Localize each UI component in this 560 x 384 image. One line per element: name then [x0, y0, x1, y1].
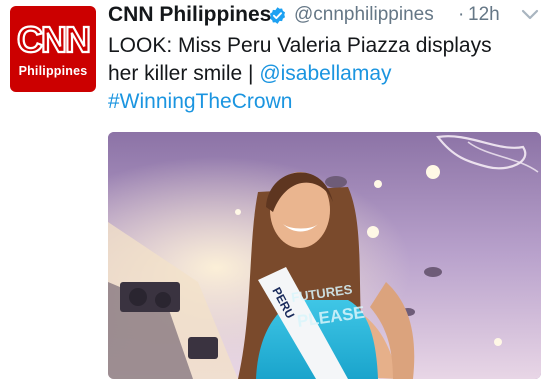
tweet[interactable]: CNN Philippines CNN Philippines @cnnphil… — [0, 0, 560, 384]
avatar[interactable]: CNN Philippines — [10, 6, 96, 92]
cnn-logo-icon: CNN — [16, 18, 92, 61]
tweet-header: CNN Philippines @cnnphilippines · 12h — [108, 1, 548, 29]
header-separator: · — [458, 4, 465, 25]
hashtag-link[interactable]: #WinningTheCrown — [108, 88, 548, 116]
tweet-text-line-2: her killer smile | @isabellamay — [108, 60, 548, 88]
verified-badge-icon — [269, 7, 286, 24]
author-name[interactable]: CNN Philippines — [108, 1, 271, 29]
tweet-photo[interactable]: PERU FUTURES PLEASE — [108, 132, 541, 379]
chevron-down-icon[interactable] — [521, 8, 539, 22]
tweet-text-line-2-prefix: her killer smile | — [108, 62, 260, 85]
avatar-sub-text: Philippines — [18, 64, 88, 78]
tweet-text: LOOK: Miss Peru Valeria Piazza displays … — [108, 32, 548, 116]
mention-link[interactable]: @isabellamay — [259, 62, 391, 85]
author-handle[interactable]: @cnnphilippines — [294, 1, 434, 29]
tweet-timestamp[interactable]: 12h — [468, 1, 500, 29]
photo-scene: PERU FUTURES PLEASE — [108, 132, 541, 379]
tweet-text-line-1: LOOK: Miss Peru Valeria Piazza displays — [108, 34, 492, 57]
cnn-logo-text: CNN — [17, 19, 89, 60]
